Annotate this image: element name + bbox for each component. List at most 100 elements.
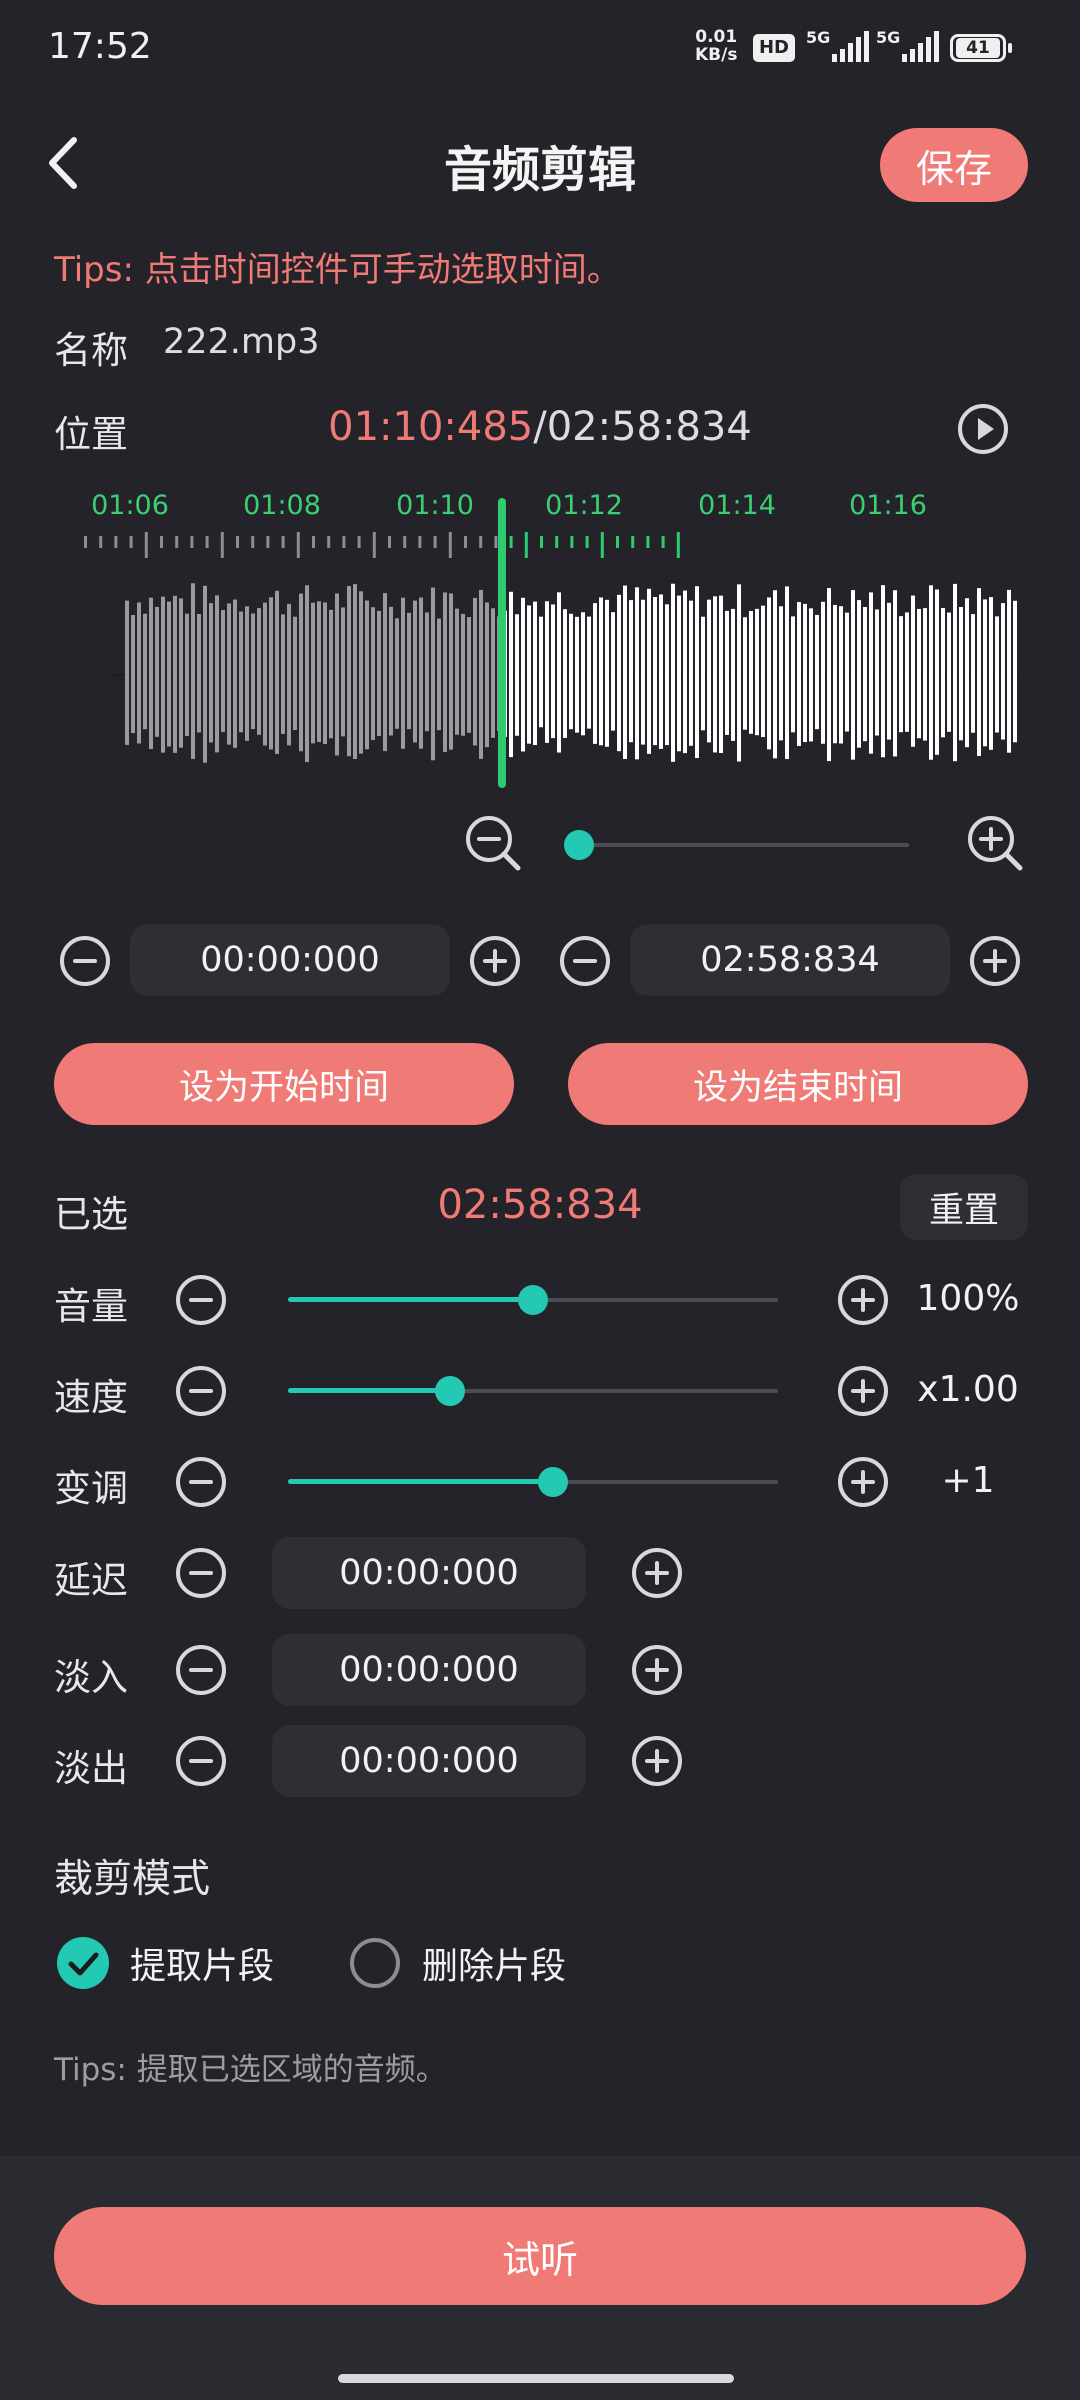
timeline-tick xyxy=(281,536,285,548)
fade-in-minus-button[interactable] xyxy=(176,1645,226,1695)
pitch-slider[interactable] xyxy=(288,1466,778,1498)
speed-label: 速度 xyxy=(54,1376,128,1419)
waveform-bar xyxy=(629,600,633,743)
waveform-bar xyxy=(551,604,555,739)
fade-in-plus-button[interactable] xyxy=(632,1645,682,1695)
timeline-tick xyxy=(251,536,255,548)
waveform-bar xyxy=(659,594,663,749)
start-plus-button[interactable] xyxy=(470,936,520,986)
zoom-slider[interactable] xyxy=(564,830,909,860)
zoom-out-button[interactable] xyxy=(462,812,524,874)
waveform-bar xyxy=(263,602,267,746)
fade-in-time-field[interactable]: 00:00:000 xyxy=(272,1634,586,1706)
waveform-bar xyxy=(593,603,597,744)
waveform-bar xyxy=(227,603,231,745)
waveform-bar xyxy=(353,584,357,759)
waveform[interactable]: 01:06 01:08 01:10 01:12 01:14 01:16 xyxy=(70,490,1020,790)
waveform-bar xyxy=(251,613,255,730)
waveform-bar xyxy=(167,601,171,747)
waveform-bar xyxy=(389,606,393,736)
waveform-bar xyxy=(563,609,567,738)
delay-time-field[interactable]: 00:00:000 xyxy=(272,1537,586,1609)
waveform-bar xyxy=(191,583,195,759)
zoom-slider-knob[interactable] xyxy=(564,830,594,860)
timeline-tick xyxy=(205,536,209,548)
set-end-button[interactable]: 设为结束时间 xyxy=(568,1043,1028,1125)
waveform-bar xyxy=(647,588,651,754)
waveform-bar xyxy=(557,592,561,753)
waveform-bar xyxy=(989,597,993,750)
timeline-tick xyxy=(464,536,467,548)
waveform-bar xyxy=(233,599,237,748)
zoom-in-button[interactable] xyxy=(964,812,1026,874)
timeline-tick-label: 01:10 xyxy=(396,490,474,521)
radio-extract[interactable]: 提取片段 xyxy=(56,1935,274,1991)
volume-slider-knob[interactable] xyxy=(518,1285,548,1315)
waveform-bar xyxy=(695,586,699,758)
timeline-tick xyxy=(114,536,118,548)
pitch-slider-knob[interactable] xyxy=(538,1467,568,1497)
end-plus-button[interactable] xyxy=(970,936,1020,986)
waveform-bar xyxy=(371,607,375,740)
pitch-plus-button[interactable] xyxy=(838,1457,888,1507)
waveform-bar xyxy=(917,608,921,739)
waveform-bar xyxy=(365,600,369,750)
end-time-field[interactable]: 02:58:834 xyxy=(630,924,950,996)
timeline-tick xyxy=(372,532,376,558)
waveform-bar xyxy=(437,618,441,731)
waveform-bar xyxy=(725,610,729,735)
start-minus-button[interactable] xyxy=(60,936,110,986)
waveform-bar xyxy=(425,612,429,732)
timeline-tick xyxy=(296,532,300,558)
delay-label: 延迟 xyxy=(54,1559,128,1602)
fade-out-time-field[interactable]: 00:00:000 xyxy=(272,1725,586,1797)
preview-button[interactable]: 试听 xyxy=(54,2207,1026,2305)
waveform-bar xyxy=(935,589,939,755)
waveform-bar xyxy=(983,599,987,747)
pitch-minus-button[interactable] xyxy=(176,1457,226,1507)
waveform-bar xyxy=(311,602,315,744)
timeline-tick xyxy=(509,536,513,548)
speed-slider[interactable] xyxy=(288,1375,778,1407)
waveform-bar xyxy=(269,597,273,750)
speed-plus-button[interactable] xyxy=(838,1366,888,1416)
waveform-bar xyxy=(653,596,657,746)
waveform-bar xyxy=(707,599,711,743)
set-start-button[interactable]: 设为开始时间 xyxy=(54,1043,514,1125)
waveform-bar xyxy=(215,595,219,753)
timeline-tick-label: 01:16 xyxy=(849,490,927,521)
start-time-field[interactable]: 00:00:000 xyxy=(130,924,450,996)
timeline-tick xyxy=(190,536,194,548)
crop-mode-title: 裁剪模式 xyxy=(54,1857,211,1902)
speed-minus-button[interactable] xyxy=(176,1366,226,1416)
waveform-bar xyxy=(575,616,579,733)
radio-delete[interactable]: 删除片段 xyxy=(348,1935,566,1991)
play-button[interactable] xyxy=(956,402,1010,456)
timeline-tick xyxy=(357,536,361,548)
name-label: 名称 xyxy=(54,329,128,372)
position-display[interactable]: 01:10:485/02:58:834 xyxy=(0,404,1080,450)
volume-slider[interactable] xyxy=(288,1284,778,1316)
fade-out-minus-button[interactable] xyxy=(176,1736,226,1786)
volume-value: 100% xyxy=(916,1278,1020,1319)
volume-plus-button[interactable] xyxy=(838,1275,888,1325)
waveform-bar xyxy=(473,597,477,746)
signal-icon: 5G xyxy=(806,28,872,64)
volume-minus-button[interactable] xyxy=(176,1275,226,1325)
waveform-bar xyxy=(305,585,309,763)
timeline-tick xyxy=(266,536,270,548)
waveform-bar xyxy=(875,609,879,736)
delay-plus-button[interactable] xyxy=(632,1548,682,1598)
fade-out-plus-button[interactable] xyxy=(632,1736,682,1786)
end-minus-button[interactable] xyxy=(560,936,610,986)
position-current: 01:10:485 xyxy=(328,404,534,450)
waveform-bar xyxy=(293,616,297,731)
delay-minus-button[interactable] xyxy=(176,1548,226,1598)
timeline-tick xyxy=(160,536,163,548)
speed-slider-knob[interactable] xyxy=(435,1376,465,1406)
waveform-bar xyxy=(125,600,129,745)
waveform-bar xyxy=(785,586,789,760)
waveform-bar xyxy=(965,598,969,748)
reset-button[interactable]: 重置 xyxy=(900,1174,1028,1240)
save-button[interactable]: 保存 xyxy=(880,128,1028,202)
